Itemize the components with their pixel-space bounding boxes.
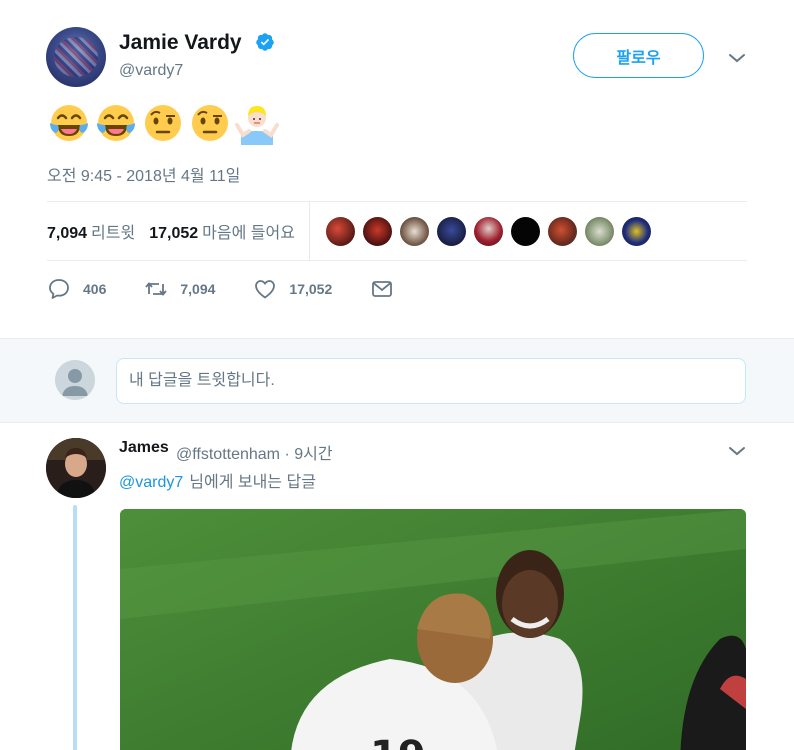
retweet-stat[interactable]: 7,094 리트윗 [47,219,135,243]
liker-avatar[interactable] [473,216,503,246]
liker-avatar[interactable] [547,216,577,246]
thread-line [73,505,77,750]
reply-icon [49,279,69,299]
reply-author-handle[interactable]: @ffstottenham · 9시간 [176,440,333,464]
replying-to: @vardy7 님에게 보내는 답글 [119,468,316,492]
liker-avatar[interactable] [584,216,614,246]
liker-avatar[interactable] [436,216,466,246]
retweet-count: 7,094 [47,225,88,242]
main-tweet: Jamie Vardy @vardy7 팔로우 오전 9:45 - 2018년 … [0,0,794,338]
raised-eyebrow-emoji-icon [145,105,181,141]
raised-eyebrow-emoji-icon [192,105,228,141]
chevron-down-icon[interactable] [727,441,747,461]
follow-button[interactable]: 팔로우 [573,33,704,78]
liker-avatar[interactable] [621,216,651,246]
author-avatar[interactable] [46,27,106,87]
tweet-actions: 406 7,094 17,052 [47,276,444,302]
author-name[interactable]: Jamie Vardy [119,31,242,55]
reply-input[interactable]: 내 답글을 트윗합니다. [116,358,746,404]
reply-tweet: James @ffstottenham · 9시간 @vardy7 님에게 보내는… [0,423,794,750]
tweet-text [47,101,279,145]
liker-avatars [325,216,651,246]
laughing-tears-emoji-icon [97,105,135,141]
like-label: 마음에 들어요 [202,225,295,242]
divider [47,260,747,261]
svg-text:19: 19 [370,733,426,750]
reply-author-avatar[interactable] [46,438,106,498]
stats-separator [308,202,310,260]
shrug-emoji-icon [235,106,279,145]
verified-badge-icon [256,33,274,51]
reply-author-name[interactable]: James [119,439,169,457]
football-celebration-image-icon: 19 [120,509,746,750]
tweet-timestamp[interactable]: 오전 9:45 - 2018년 4월 11일 [47,162,240,186]
reply-button[interactable]: 406 [47,277,106,301]
user-avatar [55,360,95,400]
direct-message-button[interactable] [370,277,406,301]
retweet-label: 리트윗 [91,225,136,242]
laughing-tears-emoji-icon [50,105,88,141]
mention-link[interactable]: @vardy7 [119,474,183,491]
reply-composer: 내 답글을 트윗합니다. [0,338,794,423]
chevron-down-icon[interactable] [727,48,747,68]
reply-count: 406 [83,281,107,297]
retweet-action-count: 7,094 [180,281,216,297]
default-user-icon [55,360,95,400]
like-action-count: 17,052 [289,281,333,297]
liker-avatar[interactable] [510,216,540,246]
like-stat[interactable]: 17,052 마음에 들어요 [149,219,295,243]
retweet-icon [145,282,168,296]
like-count: 17,052 [149,225,199,242]
retweet-button[interactable]: 7,094 [144,277,215,301]
author-handle[interactable]: @vardy7 [119,62,183,80]
reply-media[interactable]: 19 [120,509,746,750]
like-button[interactable]: 17,052 [253,277,332,301]
tweet-stats: 7,094 리트윗 17,052 마음에 들어요 [47,202,747,260]
replying-to-text: 님에게 보내는 답글 [189,474,316,491]
liker-avatar[interactable] [399,216,429,246]
envelope-icon [372,281,393,297]
heart-icon [255,280,276,299]
liker-avatar[interactable] [362,216,392,246]
reply-author-photo-icon [46,438,106,498]
liker-avatar[interactable] [325,216,355,246]
